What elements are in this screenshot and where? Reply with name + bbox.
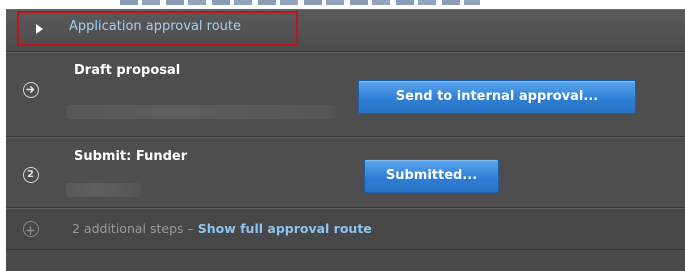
approval-route-title[interactable]: Application approval route: [69, 19, 241, 34]
arrow-right-circle-icon: [23, 82, 39, 98]
approval-route-header[interactable]: Application approval route: [6, 10, 685, 52]
show-full-approval-route-link[interactable]: Show full approval route: [198, 221, 372, 236]
additional-steps-text: 2 additional steps –: [72, 221, 198, 236]
cropped-background-text: [120, 0, 480, 5]
additional-steps-label: 2 additional steps – Show full approval …: [72, 221, 372, 236]
numbered-circle-icon: 2: [23, 167, 39, 183]
send-to-internal-approval-button[interactable]: Send to internal approval...: [358, 80, 636, 114]
step-title: Submit: Funder: [74, 149, 188, 164]
additional-steps-row: 2 additional steps – Show full approval …: [6, 208, 685, 250]
plus-circle-icon[interactable]: [23, 221, 39, 237]
screenshot-frame: Application approval route Draft proposa…: [0, 0, 685, 271]
step-number: 2: [27, 169, 34, 180]
approval-step-draft: Draft proposal Send to internal approval…: [6, 52, 685, 137]
approval-step-submit-funder: 2 Submit: Funder Submitted...: [6, 137, 685, 208]
panel-footer: [6, 250, 685, 271]
redacted-step-detail: [66, 105, 336, 119]
step-title: Draft proposal: [74, 63, 181, 78]
submitted-button[interactable]: Submitted...: [364, 159, 499, 193]
approval-route-panel: Application approval route Draft proposa…: [6, 9, 685, 271]
redacted-step-detail: [66, 183, 141, 197]
expand-triangle-icon[interactable]: [36, 24, 43, 34]
